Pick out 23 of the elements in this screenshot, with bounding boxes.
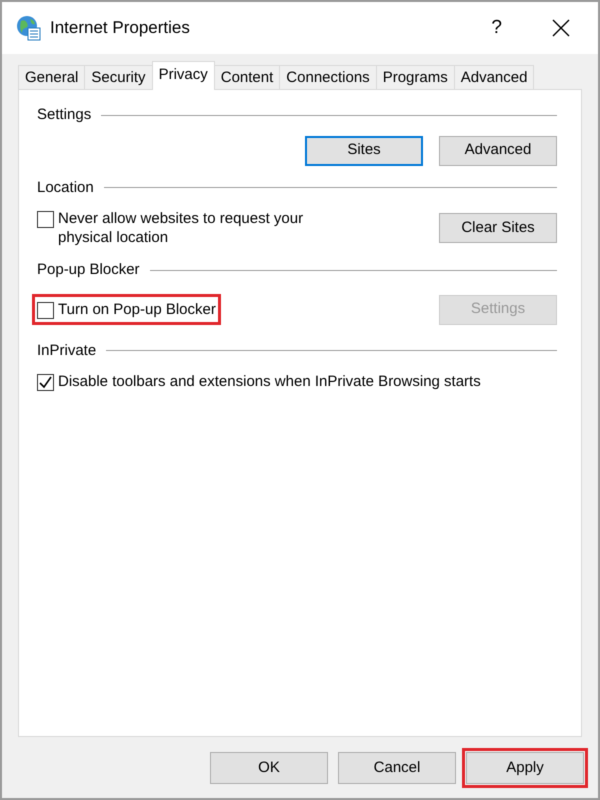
help-button[interactable]: ? xyxy=(491,14,502,42)
checkbox-label: Never allow websites to request your physical location xyxy=(58,209,304,247)
tab[interactable]: General xyxy=(18,65,86,90)
globe-icon xyxy=(16,15,42,41)
section-heading: Location xyxy=(37,178,94,198)
tab[interactable]: Advanced xyxy=(454,65,534,90)
section-heading: Settings xyxy=(37,105,92,125)
button[interactable]: Clear Sites xyxy=(439,213,557,243)
close-icon[interactable] xyxy=(552,19,570,37)
button[interactable]: OK xyxy=(210,752,328,784)
checkbox[interactable] xyxy=(37,374,54,391)
checkbox[interactable] xyxy=(37,211,54,228)
button[interactable]: Advanced xyxy=(439,136,557,166)
button[interactable]: Sites xyxy=(305,136,423,166)
tab[interactable]: Privacy xyxy=(152,61,215,90)
button[interactable]: Apply xyxy=(466,752,584,784)
section-heading: Pop-up Blocker xyxy=(37,260,140,280)
checkbox-label: Disable toolbars and extensions when InPrivate Browsing starts xyxy=(58,372,481,391)
checkbox[interactable] xyxy=(37,302,54,319)
checkbox-label: Turn on Pop-up Blocker xyxy=(58,300,216,319)
window-title: Internet Properties xyxy=(50,17,191,40)
button[interactable]: Cancel xyxy=(338,752,456,784)
section-heading: InPrivate xyxy=(37,340,96,360)
